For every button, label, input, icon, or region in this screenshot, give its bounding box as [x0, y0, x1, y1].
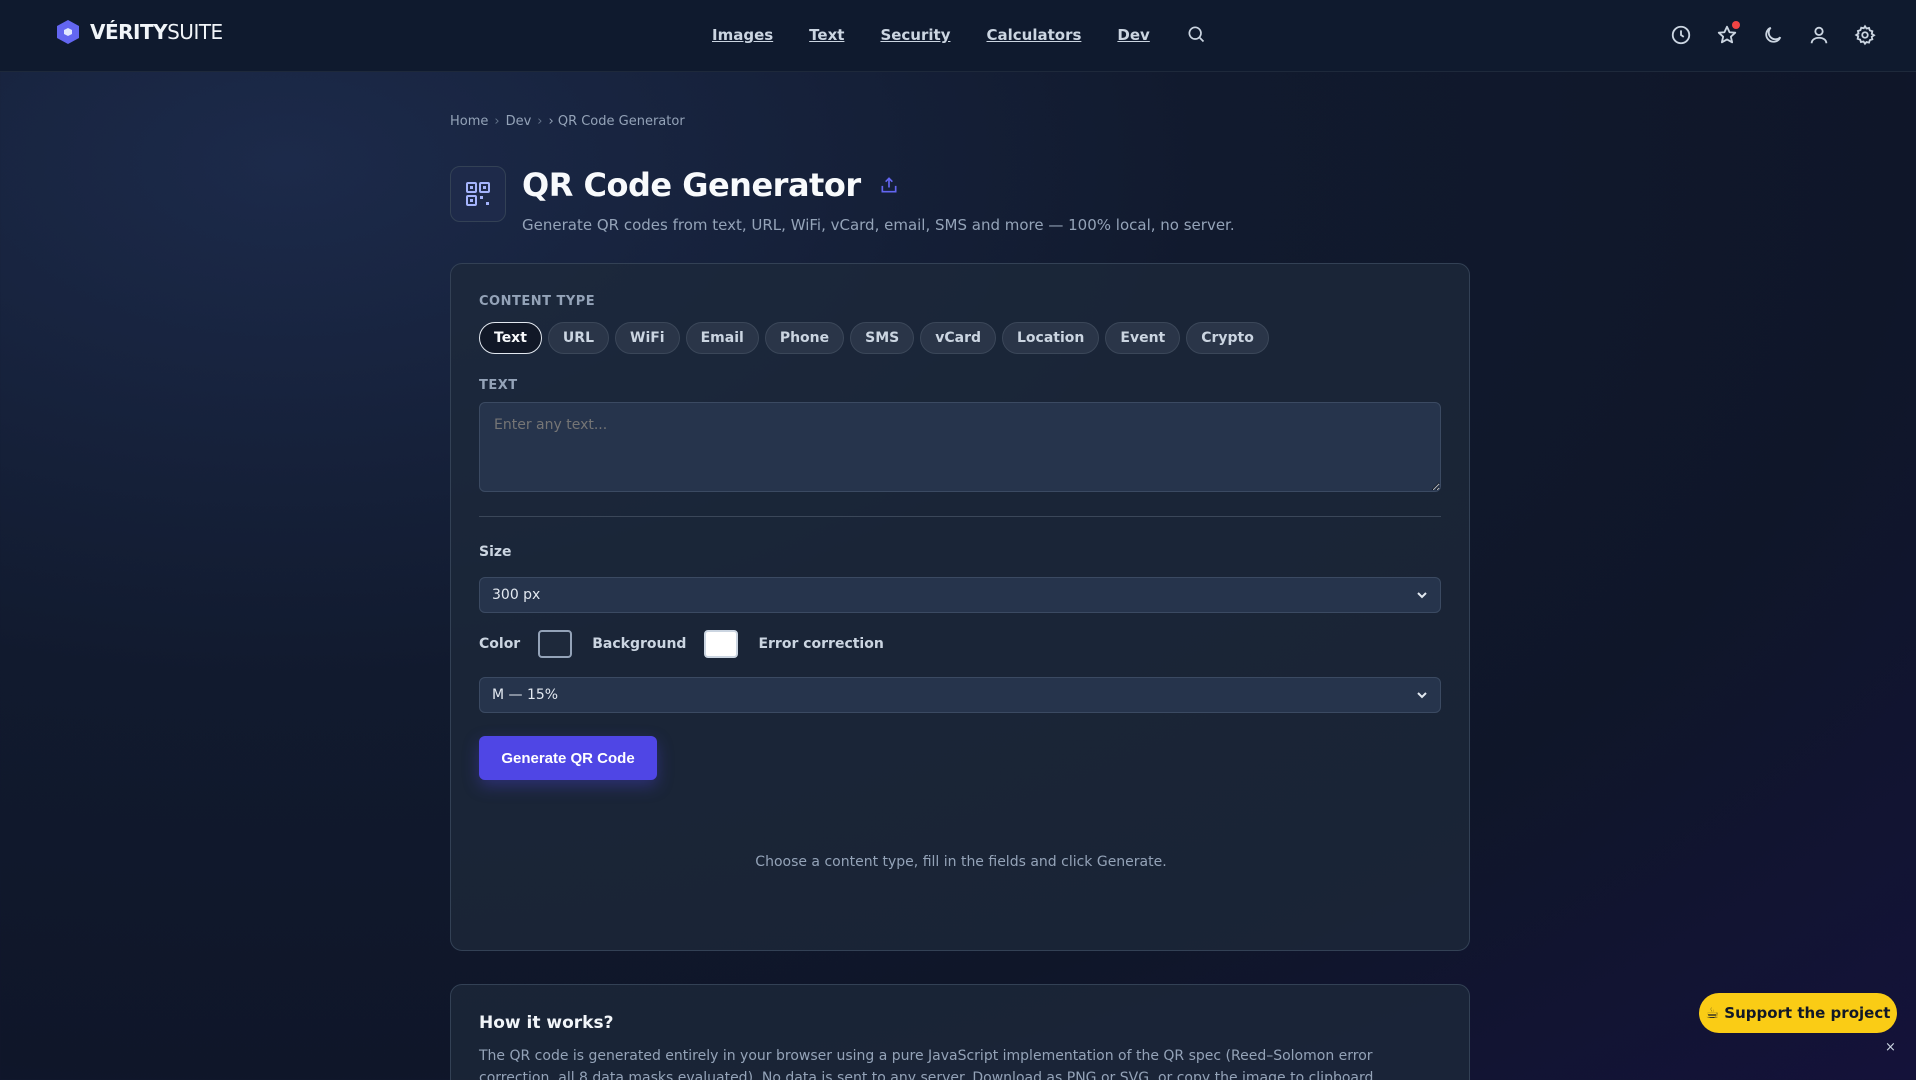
text-field-label: TEXT: [479, 378, 518, 393]
content-type-email[interactable]: Email: [685, 322, 759, 354]
content-type-phone[interactable]: Phone: [764, 322, 845, 354]
content-type-label: CONTENT TYPE: [479, 294, 596, 309]
how-it-works-card: How it works? The QR code is generated e…: [450, 984, 1470, 1080]
breadcrumb-separator: ›: [537, 114, 543, 129]
how-it-works-title: How it works?: [479, 1013, 614, 1033]
chevron-down-icon: [1417, 592, 1427, 599]
page-title-text: QR Code Generator: [522, 166, 861, 204]
header-actions: [1670, 21, 1876, 46]
error-correction-label: Error correction: [758, 636, 884, 652]
theme-toggle[interactable]: [1762, 24, 1784, 46]
divider: [479, 516, 1441, 517]
breadcrumb-dev[interactable]: Dev: [506, 114, 532, 129]
color-options: Color Background Error correction: [479, 630, 884, 658]
clock-icon: [1671, 25, 1691, 45]
content-type-tabs: Text URL WiFi Email Phone SMS vCard Loca…: [479, 322, 1269, 354]
notification-dot: [1732, 21, 1740, 29]
breadcrumb-home[interactable]: Home: [450, 114, 488, 129]
content-type-wifi[interactable]: WiFi: [615, 322, 680, 354]
color-picker[interactable]: [538, 630, 573, 658]
content-type-sms[interactable]: SMS: [850, 322, 915, 354]
chevron-down-icon: [1417, 692, 1427, 699]
moon-icon: [1765, 26, 1782, 43]
logo[interactable]: VÉRITYSUITE: [56, 19, 223, 45]
account-button[interactable]: [1808, 24, 1830, 46]
close-icon[interactable]: ×: [1885, 1040, 1896, 1055]
favorites-button[interactable]: [1716, 21, 1740, 46]
share-icon[interactable]: [879, 175, 899, 195]
breadcrumb-current: › QR Code Generator: [548, 114, 685, 129]
text-input[interactable]: [479, 402, 1441, 492]
nav-dev[interactable]: Dev: [1117, 26, 1149, 44]
tool-icon: [450, 166, 506, 222]
error-correction-value: M — 15%: [492, 687, 559, 703]
search-icon[interactable]: [1186, 24, 1206, 44]
settings-button[interactable]: [1854, 24, 1876, 46]
nav-calculators[interactable]: Calculators: [986, 26, 1081, 44]
gear-icon: [1854, 24, 1876, 46]
breadcrumb-separator: ›: [494, 114, 500, 129]
content-type-event[interactable]: Event: [1105, 322, 1181, 354]
page-title: QR Code Generator: [522, 166, 1235, 204]
main-nav: Images Text Security Calculators Dev: [712, 26, 1206, 44]
background-color-picker[interactable]: [704, 630, 739, 658]
nav-text[interactable]: Text: [809, 26, 844, 44]
content-type-crypto[interactable]: Crypto: [1186, 322, 1269, 354]
empty-state-hint: Choose a content type, fill in the field…: [755, 854, 1167, 870]
content-type-url[interactable]: URL: [547, 322, 609, 354]
top-bar: VÉRITYSUITE Images Text Security Calcula…: [0, 0, 1916, 72]
size-label: Size: [479, 544, 512, 560]
page-subtitle: Generate QR codes from text, URL, WiFi, …: [522, 216, 1235, 234]
nav-security[interactable]: Security: [880, 26, 950, 44]
generate-button[interactable]: Generate QR Code: [479, 736, 657, 780]
error-correction-select[interactable]: M — 15%: [479, 677, 1441, 713]
user-icon: [1810, 26, 1828, 44]
size-select[interactable]: 300 px: [479, 577, 1441, 613]
qr-code-icon: [466, 182, 490, 206]
content-type-text[interactable]: Text: [479, 322, 542, 354]
background-label: Background: [592, 636, 687, 652]
size-select-value: 300 px: [492, 587, 541, 603]
support-button[interactable]: ☕ Support the project: [1699, 993, 1897, 1033]
history-button[interactable]: [1670, 24, 1692, 46]
content-type-vcard[interactable]: vCard: [920, 322, 997, 354]
hexagon-logo-icon: [57, 20, 79, 44]
logo-text: VÉRITYSUITE: [90, 20, 223, 44]
content-type-location[interactable]: Location: [1002, 322, 1100, 354]
color-label: Color: [479, 636, 521, 652]
how-it-works-body: The QR code is generated entirely in you…: [479, 1048, 1378, 1080]
nav-images[interactable]: Images: [712, 26, 773, 44]
page-header: QR Code Generator Generate QR codes from…: [450, 166, 1235, 234]
generator-card: CONTENT TYPE Text URL WiFi Email Phone S…: [450, 263, 1470, 951]
breadcrumb: Home › Dev › › QR Code Generator: [450, 114, 685, 129]
